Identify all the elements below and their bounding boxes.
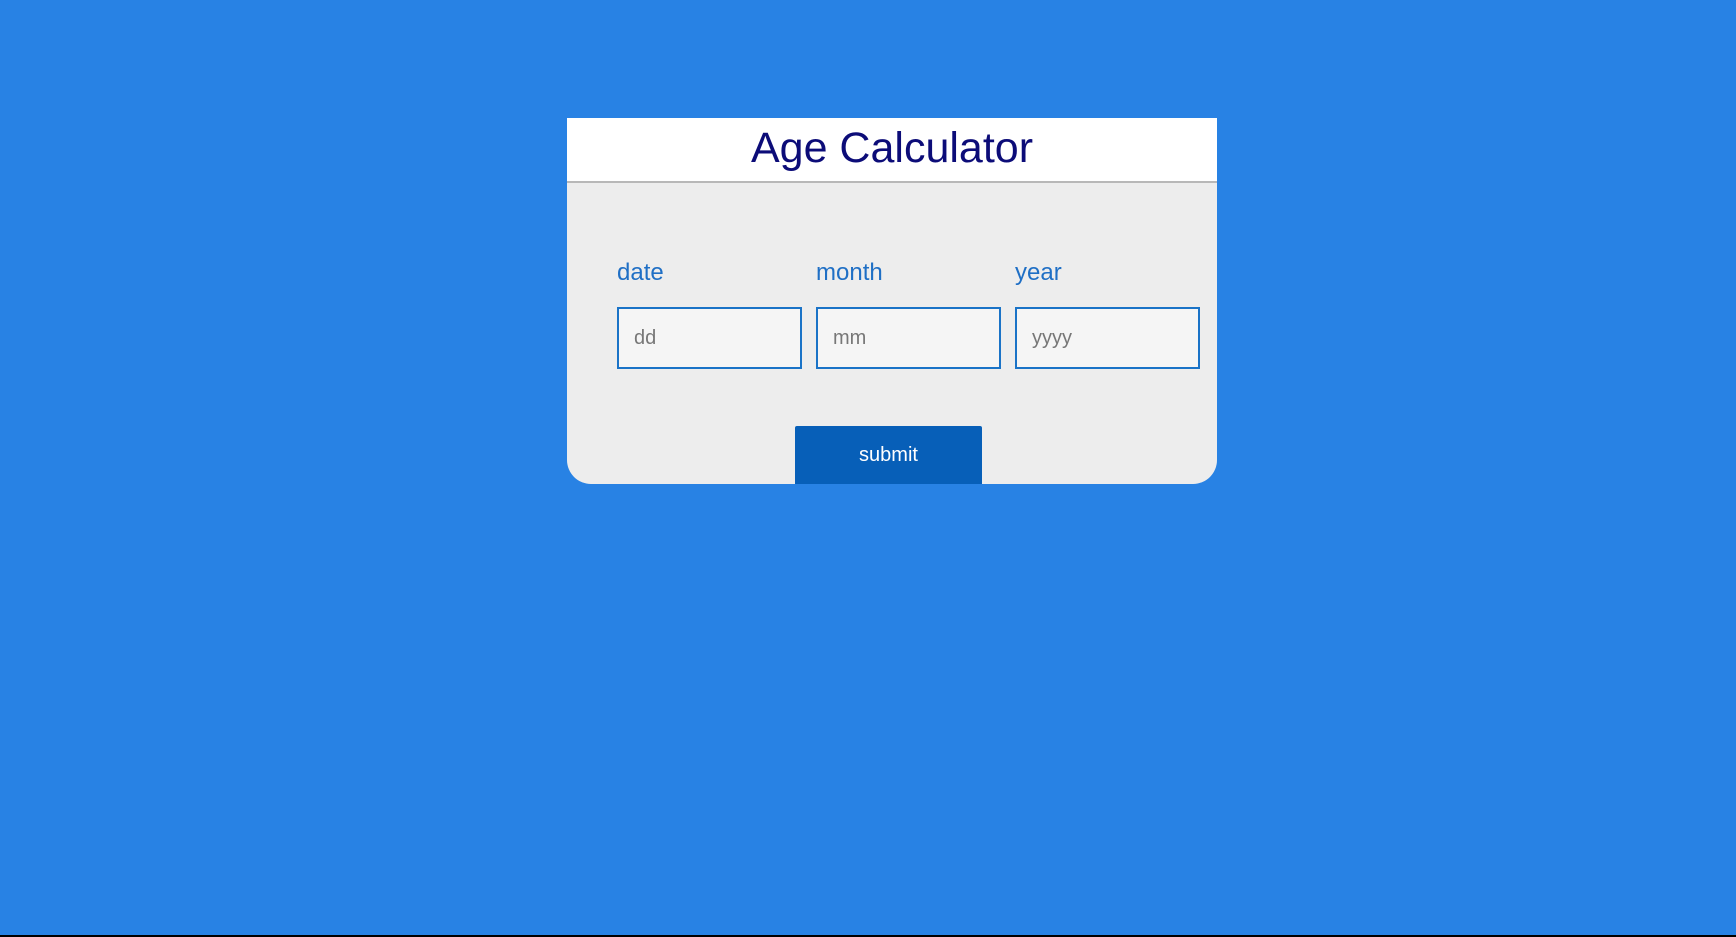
- year-label: year: [1015, 259, 1062, 286]
- month-label: month: [816, 259, 883, 286]
- year-input[interactable]: [1015, 307, 1200, 369]
- card-header: Age Calculator: [567, 118, 1217, 183]
- month-field-group: month: [816, 259, 1001, 369]
- date-label: date: [617, 259, 664, 286]
- age-calculator-card: Age Calculator date month year submit: [567, 118, 1217, 484]
- date-field-group: date: [617, 259, 802, 369]
- page-background: Age Calculator date month year submit: [0, 0, 1736, 935]
- month-input[interactable]: [816, 307, 1001, 369]
- submit-button[interactable]: submit: [795, 426, 982, 484]
- page-title: Age Calculator: [750, 124, 1034, 172]
- year-field-group: year: [1015, 259, 1200, 369]
- date-input[interactable]: [617, 307, 802, 369]
